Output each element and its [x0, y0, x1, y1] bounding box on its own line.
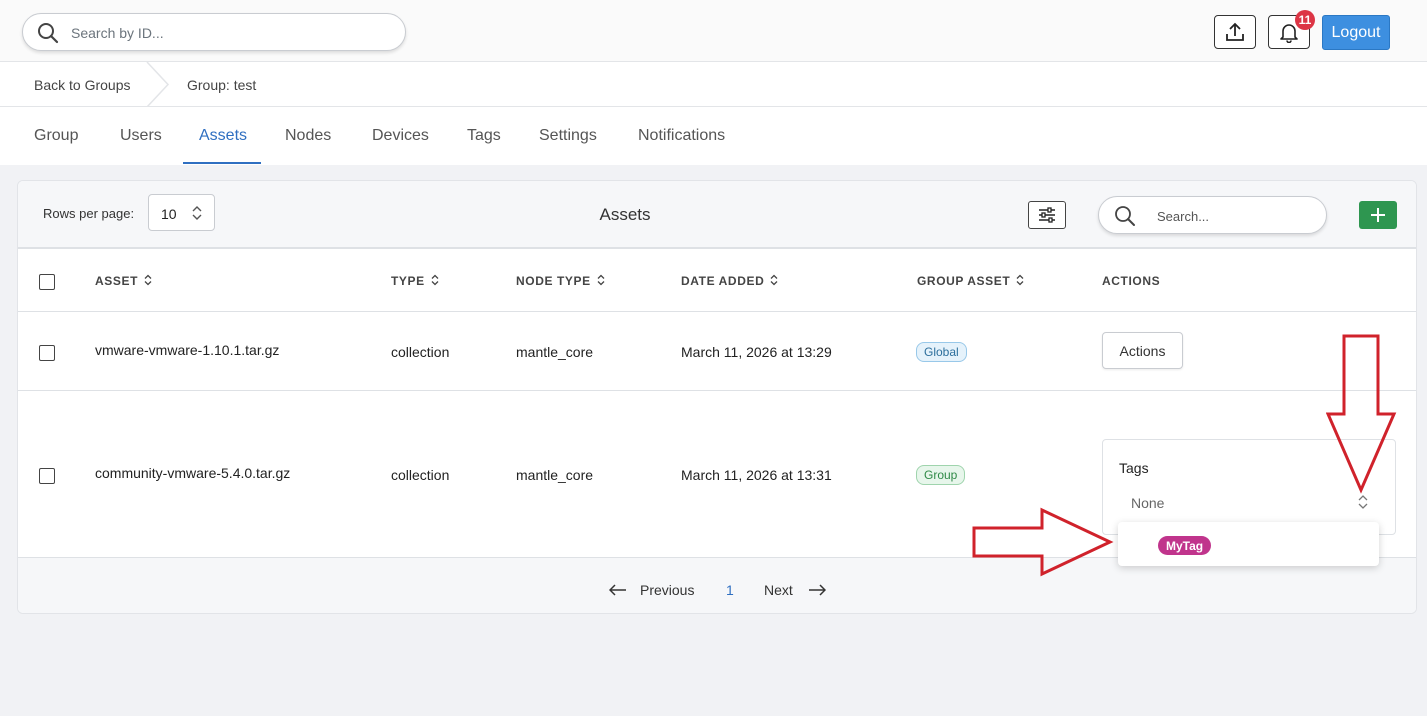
tags-label: Tags	[1119, 460, 1149, 476]
column-header-date-added[interactable]: DATE ADDED	[681, 274, 778, 288]
rows-per-page-label: Rows per page:	[43, 206, 135, 221]
sort-icon	[597, 274, 605, 286]
asset-date-added: March 11, 2026 at 13:31	[681, 467, 832, 483]
plus-icon	[1371, 208, 1385, 222]
tab-settings[interactable]: Settings	[539, 127, 597, 145]
assets-card-header: Rows per page: 10 Assets	[18, 181, 1416, 249]
sort-icon	[144, 274, 152, 286]
column-header-asset[interactable]: ASSET	[95, 274, 152, 288]
group-tabs: Group Users Assets Nodes Devices Tags Se…	[0, 107, 1427, 165]
tab-nodes[interactable]: Nodes	[285, 127, 331, 145]
group-asset-badge: Group	[916, 465, 966, 485]
asset-name: community-vmware-5.4.0.tar.gz	[95, 465, 291, 481]
search-icon	[1115, 206, 1135, 226]
group-asset-badge: Global	[916, 342, 967, 362]
select-all-checkbox[interactable]	[39, 274, 55, 290]
previous-page-button[interactable]: Previous	[640, 582, 694, 598]
arrow-left-icon[interactable]	[609, 584, 627, 596]
tab-notifications[interactable]: Notifications	[638, 127, 725, 145]
sort-icon	[770, 274, 778, 286]
tab-users[interactable]: Users	[120, 127, 162, 145]
tags-dropdown-menu: MyTag	[1118, 522, 1379, 566]
assets-search-input[interactable]	[1157, 206, 1307, 226]
updown-chevron-icon	[1358, 495, 1368, 509]
rows-per-page-select[interactable]: 10	[148, 194, 215, 231]
tags-select-value: None	[1131, 495, 1165, 511]
column-header-node-type[interactable]: NODE TYPE	[516, 274, 605, 288]
top-bar: 11 Logout	[0, 0, 1427, 62]
assets-card-title: Assets	[599, 205, 651, 224]
global-search-input[interactable]	[71, 22, 391, 44]
asset-node-type: mantle_core	[516, 467, 594, 483]
logout-button[interactable]: Logout	[1322, 15, 1390, 50]
asset-node-type: mantle_core	[516, 344, 594, 360]
next-page-button[interactable]: Next	[764, 582, 793, 598]
global-search-box[interactable]	[22, 13, 406, 51]
sort-icon	[1016, 274, 1024, 286]
current-page-number[interactable]: 1	[726, 582, 734, 598]
row-checkbox[interactable]	[39, 468, 55, 484]
asset-type: collection	[391, 467, 450, 483]
tags-select[interactable]: None	[1119, 486, 1369, 520]
add-asset-button[interactable]	[1359, 201, 1397, 229]
tab-assets[interactable]: Assets	[199, 127, 247, 145]
tab-tags[interactable]: Tags	[467, 127, 501, 145]
column-header-type[interactable]: TYPE	[391, 274, 439, 288]
asset-date-added: March 11, 2026 at 13:29	[681, 344, 832, 360]
tab-devices[interactable]: Devices	[372, 127, 429, 145]
arrow-right-icon[interactable]	[808, 584, 826, 596]
search-icon	[38, 23, 59, 44]
sliders-icon	[1039, 207, 1055, 223]
notification-count-badge: 11	[1295, 10, 1315, 30]
row-checkbox[interactable]	[39, 345, 55, 361]
sort-icon	[431, 274, 439, 286]
column-header-actions: ACTIONS	[1102, 274, 1161, 288]
breadcrumb-separator-icon	[146, 62, 170, 107]
asset-type: collection	[391, 344, 450, 360]
assets-search-box[interactable]	[1098, 196, 1327, 234]
tag-option-mytag[interactable]: MyTag	[1158, 536, 1212, 555]
breadcrumb-current-group: Group: test	[187, 77, 257, 93]
column-filter-button[interactable]	[1028, 201, 1066, 229]
breadcrumb: Back to Groups Group: test	[0, 62, 1427, 107]
upload-button[interactable]	[1214, 15, 1256, 49]
row-actions-button[interactable]: Actions	[1102, 332, 1183, 369]
column-header-group-asset[interactable]: GROUP ASSET	[917, 274, 1024, 288]
rows-per-page-value: 10	[161, 206, 177, 222]
table-divider	[18, 311, 1416, 312]
breadcrumb-back-to-groups[interactable]: Back to Groups	[34, 77, 131, 93]
tab-group[interactable]: Group	[34, 127, 78, 145]
tags-panel: Tags None	[1102, 439, 1396, 535]
updown-chevron-icon	[192, 206, 202, 220]
table-divider	[18, 390, 1416, 391]
active-tab-indicator	[183, 162, 261, 164]
asset-name: vmware-vmware-1.10.1.tar.gz	[95, 342, 280, 358]
upload-icon	[1226, 22, 1244, 41]
